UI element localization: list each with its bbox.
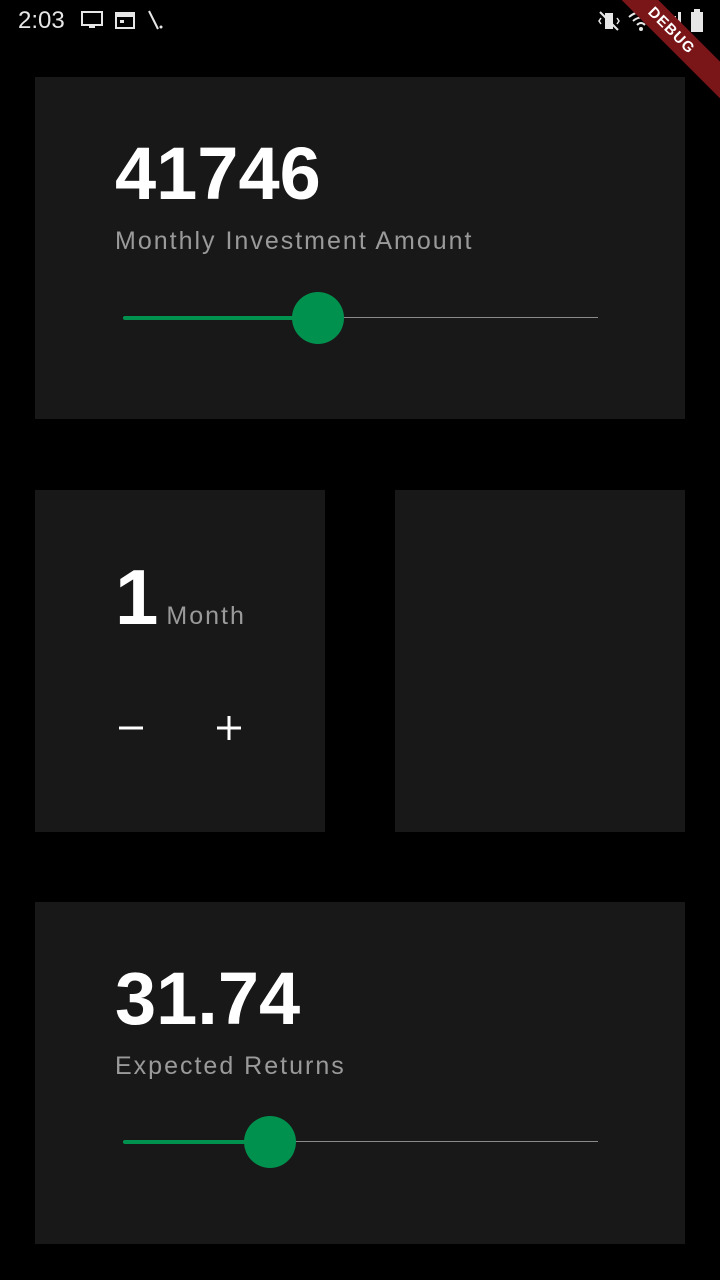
duration-unit: Month <box>166 602 246 630</box>
calendar-icon <box>114 10 136 35</box>
status-left-icons <box>80 9 164 36</box>
duration-card: 1 Month <box>35 490 325 832</box>
returns-value: 31.74 <box>115 957 301 1040</box>
empty-card <box>395 490 685 832</box>
status-time: 2:03 <box>18 7 65 34</box>
investment-card: 41746 Monthly Investment Amount <box>35 77 685 419</box>
monitor-icon <box>80 10 104 35</box>
investment-slider[interactable] <box>123 290 598 346</box>
slider-thumb[interactable] <box>291 292 344 344</box>
increment-button[interactable] <box>209 708 249 748</box>
slider-active-track <box>123 316 318 320</box>
minus-icon <box>119 726 143 730</box>
signal-slash-icon <box>146 9 164 36</box>
investment-amount-label: Monthly Investment Amount <box>115 227 474 255</box>
plus-icon <box>217 716 241 740</box>
slider-thumb[interactable] <box>244 1116 297 1168</box>
vibrate-mute-icon <box>598 10 620 37</box>
decrement-button[interactable] <box>111 708 151 748</box>
returns-card: 31.74 Expected Returns <box>35 902 685 1244</box>
returns-label: Expected Returns <box>115 1052 346 1080</box>
duration-value: 1 <box>115 553 159 641</box>
investment-amount-value: 41746 <box>115 132 321 215</box>
duration-display: 1 Month <box>115 558 246 636</box>
status-bar: 2:03 <box>0 0 720 40</box>
returns-slider[interactable] <box>123 1114 598 1170</box>
